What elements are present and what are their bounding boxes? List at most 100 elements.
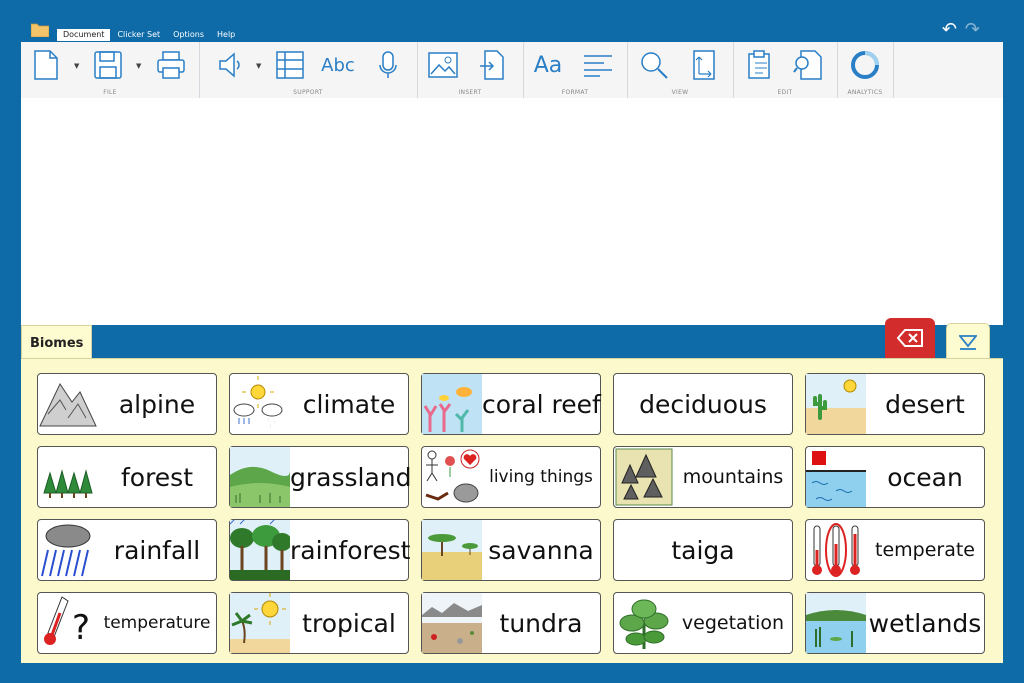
- word-cell-tropical[interactable]: tropical: [229, 592, 409, 654]
- new-dropdown-arrow[interactable]: ▼: [74, 62, 82, 70]
- word-cell-desert[interactable]: desert: [805, 373, 985, 435]
- toolbar-group-label: ANALYTICS: [847, 89, 883, 96]
- speech-dropdown-arrow[interactable]: ▼: [256, 62, 264, 70]
- word-label: tropical: [302, 608, 396, 638]
- spell-check-label: Abc: [321, 54, 355, 76]
- word-list-icon[interactable]: [273, 48, 307, 82]
- word-cell-living-things[interactable]: living things: [421, 446, 601, 508]
- word-cell-climate[interactable]: climate: [229, 373, 409, 435]
- word-cell-tundra[interactable]: tundra: [421, 592, 601, 654]
- menu-tabs: Document Clicker Set Options Help: [57, 29, 242, 41]
- savanna-picture: [422, 520, 482, 580]
- word-cell-temperature[interactable]: ? temperature: [37, 592, 217, 654]
- word-label: temperature: [103, 613, 211, 633]
- insert-file-icon[interactable]: [475, 48, 509, 82]
- word-cell-deciduous[interactable]: deciduous: [613, 373, 793, 435]
- analytics-chart-icon[interactable]: [848, 48, 882, 82]
- word-label: tundra: [499, 608, 583, 638]
- word-cell-rainfall[interactable]: rainfall: [37, 519, 217, 581]
- word-cell-savanna[interactable]: savanna: [421, 519, 601, 581]
- undo-redo: ↶ ↷: [942, 20, 980, 40]
- vegetation-picture: [619, 599, 669, 649]
- spell-check-icon[interactable]: Abc: [321, 48, 355, 82]
- word-label: living things: [489, 467, 593, 487]
- word-label: climate: [302, 389, 396, 419]
- rainfall-picture: [41, 524, 91, 577]
- desert-picture: [806, 374, 866, 434]
- backspace-button[interactable]: [885, 318, 935, 358]
- insert-picture-icon[interactable]: [426, 48, 460, 82]
- word-label: taiga: [671, 535, 735, 565]
- word-label: vegetation: [681, 612, 785, 634]
- grassland-picture: [230, 447, 290, 507]
- word-label: alpine: [118, 389, 196, 419]
- word-cell-wetlands[interactable]: wetlands: [805, 592, 985, 654]
- print-icon[interactable]: [154, 48, 188, 82]
- word-cell-rainforest[interactable]: rainforest: [229, 519, 410, 581]
- find-replace-icon[interactable]: [791, 48, 825, 82]
- toolbar-group-format: Aa FORMAT: [523, 42, 628, 98]
- toolbar: ▼ ▼ FILE ▼ Abc SUPPORT INSERT Aa FORMAT …: [21, 42, 1003, 99]
- word-label: deciduous: [639, 389, 767, 419]
- word-cell-taiga[interactable]: taiga: [613, 519, 793, 581]
- toolbar-group-label: SUPPORT: [293, 89, 323, 96]
- word-cell-alpine[interactable]: alpine: [37, 373, 217, 435]
- word-label: desert: [885, 389, 965, 419]
- mountains-picture: [615, 448, 673, 506]
- redo-icon[interactable]: ↷: [965, 20, 980, 40]
- word-label: wetlands: [868, 608, 982, 638]
- toolbar-group-insert: INSERT: [417, 42, 524, 98]
- rainforest-picture: [230, 520, 290, 580]
- paste-icon[interactable]: [743, 48, 777, 82]
- word-grid: alpine climate coral reef deciduous dese…: [21, 358, 1003, 663]
- tab-help[interactable]: Help: [211, 29, 241, 41]
- word-cell-ocean[interactable]: ocean: [805, 446, 985, 508]
- toolbar-group-label: EDIT: [777, 89, 793, 96]
- new-document-icon[interactable]: [29, 48, 63, 82]
- collapse-button[interactable]: [946, 323, 990, 359]
- forest-picture: [43, 469, 93, 498]
- word-label: coral reef: [482, 389, 601, 419]
- document-area[interactable]: [21, 98, 1003, 325]
- backspace-icon: [897, 329, 923, 347]
- tab-options[interactable]: Options: [167, 29, 210, 41]
- word-cell-forest[interactable]: forest: [37, 446, 217, 508]
- word-label: ocean: [887, 462, 963, 492]
- font-icon[interactable]: Aa: [531, 48, 565, 82]
- zoom-icon[interactable]: [637, 48, 671, 82]
- folder-icon[interactable]: [31, 22, 49, 37]
- undo-icon[interactable]: ↶: [942, 20, 957, 40]
- word-cell-temperate[interactable]: temperate: [805, 519, 985, 581]
- word-cell-vegetation[interactable]: vegetation: [613, 592, 793, 654]
- temperate-picture: [812, 523, 860, 577]
- page-size-icon[interactable]: [687, 48, 721, 82]
- word-label: savanna: [488, 535, 594, 565]
- toolbar-group-label: VIEW: [671, 89, 689, 96]
- toolbar-group-label: FILE: [103, 89, 117, 96]
- word-cell-mountains[interactable]: mountains: [613, 446, 793, 508]
- save-dropdown-arrow[interactable]: ▼: [136, 62, 144, 70]
- toolbar-group-label: FORMAT: [561, 89, 589, 96]
- word-label: mountains: [682, 466, 784, 488]
- word-label: grassland: [290, 462, 412, 492]
- living-things-picture: [425, 449, 480, 503]
- alpine-picture: [39, 382, 97, 427]
- svg-text:?: ?: [72, 608, 90, 648]
- temperature-picture: ?: [44, 596, 90, 648]
- speaker-icon[interactable]: [213, 48, 247, 82]
- font-label: Aa: [533, 52, 563, 78]
- word-label: temperate: [875, 539, 975, 561]
- ocean-picture: [806, 451, 866, 507]
- microphone-icon[interactable]: [371, 48, 405, 82]
- word-label: forest: [120, 462, 194, 492]
- paragraph-icon[interactable]: [581, 48, 615, 82]
- tab-clicker-set[interactable]: Clicker Set: [111, 29, 166, 41]
- wetlands-picture: [806, 593, 866, 653]
- save-icon[interactable]: [91, 48, 125, 82]
- toolbar-group-analytics: ANALYTICS: [837, 42, 894, 98]
- word-cell-grassland[interactable]: grassland: [229, 446, 412, 508]
- tab-document[interactable]: Document: [57, 29, 111, 41]
- board-tab-biomes[interactable]: Biomes: [21, 325, 93, 360]
- word-cell-coral-reef[interactable]: coral reef: [421, 373, 601, 435]
- toolbar-group-file: ▼ ▼ FILE: [21, 42, 200, 98]
